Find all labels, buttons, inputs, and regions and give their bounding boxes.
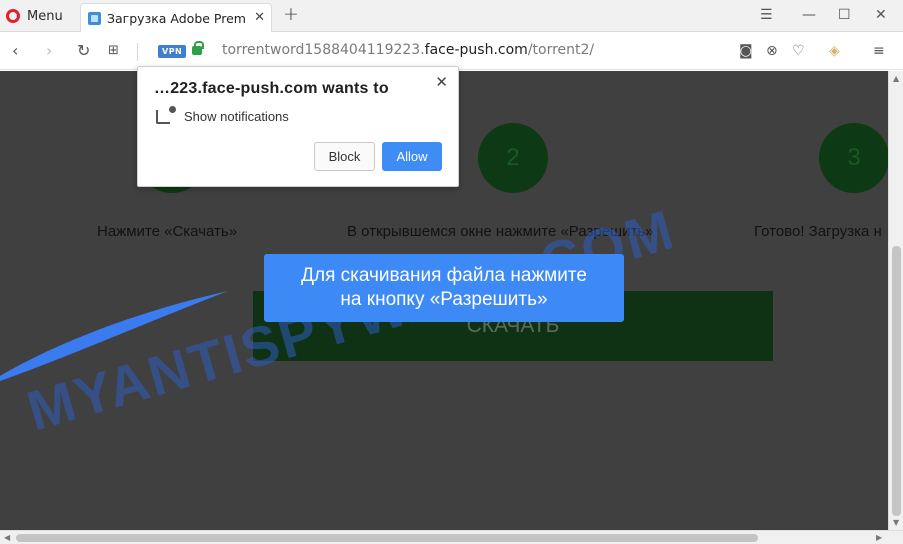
vertical-scroll-thumb[interactable]: [892, 246, 901, 516]
scroll-down-icon[interactable]: ▼: [893, 518, 899, 527]
tab-close-icon[interactable]: ✕: [254, 10, 265, 25]
scroll-right-icon[interactable]: ▶: [876, 533, 882, 542]
step-3-circle: 3: [819, 123, 888, 193]
tab-active[interactable]: Загрузка Adobe Prem ✕: [80, 3, 272, 32]
banner-line-2: на кнопку «Разрешить»: [340, 289, 548, 310]
forward-icon[interactable]: ›: [46, 42, 52, 60]
reload-icon[interactable]: ↻: [77, 42, 90, 60]
window-close-icon[interactable]: ✕: [875, 7, 887, 23]
address-field[interactable]: torrentword1588404119223.face-push.com/t…: [222, 42, 594, 58]
blue-arrow-stroke: [0, 291, 228, 381]
toolbar-separator: [137, 43, 138, 61]
tab-strip: Menu Загрузка Adobe Prem ✕ + ☰ — ☐ ✕: [0, 0, 903, 32]
notification-permission-popup: …223.face-push.com wants to ✕ Show notif…: [137, 66, 459, 187]
step-1-label: Нажмите «Скачать»: [97, 223, 238, 240]
step-2-circle: 2: [478, 123, 548, 193]
scroll-left-icon[interactable]: ◀: [4, 533, 10, 542]
new-tab-icon[interactable]: +: [283, 3, 299, 25]
extension-cube-icon[interactable]: ◈: [829, 42, 840, 60]
horizontal-scroll-thumb[interactable]: [16, 534, 758, 542]
menu-label: Menu: [27, 8, 63, 24]
lock-icon[interactable]: [192, 41, 204, 55]
url-rest: /torrent2/: [527, 42, 595, 58]
opera-logo-icon: [6, 9, 20, 23]
tab-menu-icon[interactable]: ☰: [760, 7, 773, 23]
address-toolbar: ‹ › ↻ ⊞ VPN torrentword1588404119223.fac…: [0, 33, 903, 70]
horizontal-scrollbar[interactable]: ◀ ▶: [0, 530, 903, 544]
tab-title: Загрузка Adobe Prem: [107, 10, 246, 26]
popup-title: …223.face-push.com wants to: [154, 80, 389, 97]
tab-favicon-icon: [88, 11, 101, 25]
url-host: face-push.com: [424, 42, 528, 58]
popup-close-icon[interactable]: ✕: [435, 73, 448, 91]
camera-icon[interactable]: ◙: [739, 42, 753, 60]
allow-button[interactable]: Allow: [382, 142, 442, 171]
vpn-badge[interactable]: VPN: [158, 45, 187, 58]
scroll-up-icon[interactable]: ▲: [893, 74, 899, 83]
allow-instruction-banner: Для скачивания файла нажмите на кнопку «…: [264, 254, 624, 322]
back-icon[interactable]: ‹: [12, 42, 18, 60]
vertical-scrollbar[interactable]: ▲ ▼: [888, 71, 903, 530]
notification-icon: [156, 106, 176, 124]
block-button[interactable]: Block: [314, 142, 375, 171]
step-3-label: Готово! Загрузка н: [754, 223, 882, 240]
heart-icon[interactable]: ♡: [792, 42, 805, 60]
minimize-icon[interactable]: —: [802, 7, 816, 23]
easy-setup-icon[interactable]: ≡: [873, 42, 885, 60]
url-path: torrentword1588404119223.: [222, 42, 425, 58]
banner-line-1: Для скачивания файла нажмите: [301, 265, 587, 286]
permission-text: Show notifications: [184, 109, 289, 124]
opera-menu-button[interactable]: Menu: [6, 5, 63, 27]
adblock-icon[interactable]: ⊗: [766, 42, 778, 60]
maximize-icon[interactable]: ☐: [838, 7, 851, 23]
speed-dial-icon[interactable]: ⊞: [108, 42, 119, 60]
